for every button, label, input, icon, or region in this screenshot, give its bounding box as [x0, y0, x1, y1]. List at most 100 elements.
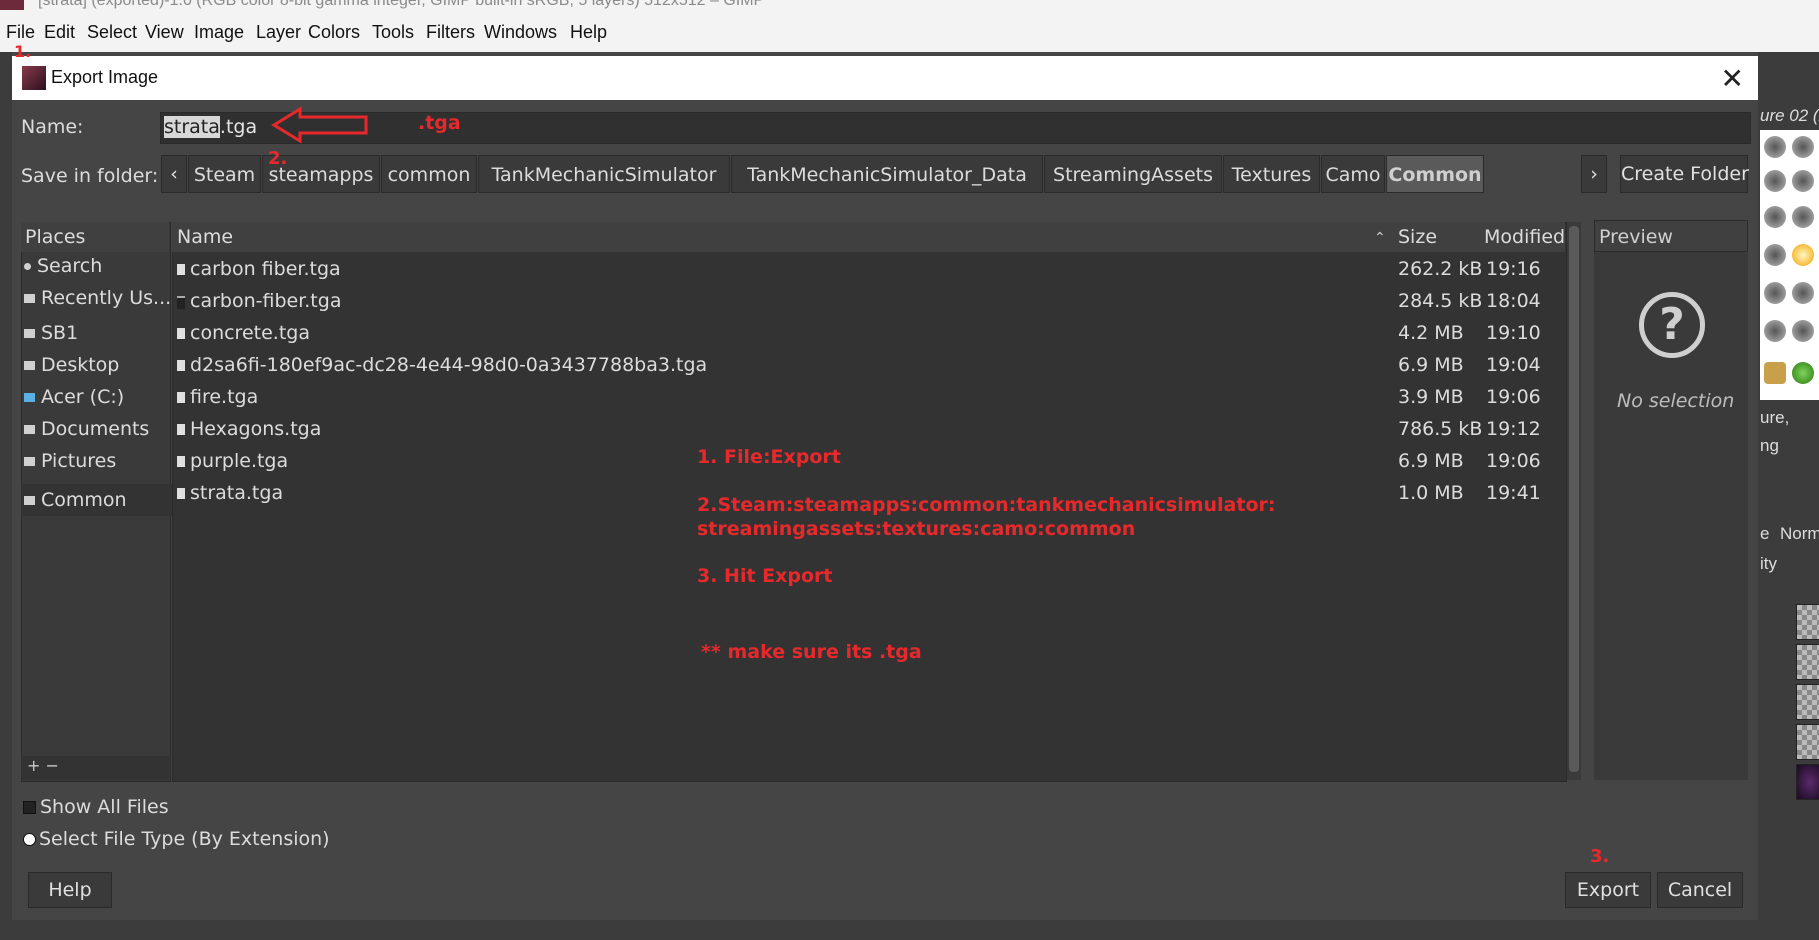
folder-icon: [24, 457, 35, 466]
cancel-button[interactable]: Cancel: [1657, 872, 1743, 908]
path-scroll-right-button[interactable]: ›: [1581, 155, 1607, 193]
layer-thumbnail[interactable]: [1796, 724, 1819, 760]
brush-thumb[interactable]: [1764, 206, 1786, 228]
file-icon: [177, 360, 185, 371]
menu-view[interactable]: View: [145, 22, 184, 43]
path-scroll-left-button[interactable]: ‹: [161, 155, 187, 193]
column-modified[interactable]: Modified: [1484, 226, 1565, 248]
close-icon[interactable]: ✕: [1721, 62, 1744, 95]
window-title-bar: [strata] (exported)-1.0 (RGB color 8-bit…: [0, 0, 1819, 14]
name-label: Name:: [21, 116, 84, 138]
add-remove-bookmark-buttons[interactable]: + −: [27, 756, 59, 775]
menu-help[interactable]: Help: [570, 22, 607, 43]
sort-ascending-icon: ⌃: [1374, 230, 1386, 246]
filename-extension-text: .tga: [219, 116, 258, 138]
brush-thumb[interactable]: [1792, 136, 1814, 158]
breadcrumb-tankmechanicsimulator-data[interactable]: TankMechanicSimulator_Data: [731, 155, 1043, 193]
folder-icon: [24, 361, 35, 370]
search-icon: [24, 263, 31, 270]
scrollbar-thumb[interactable]: [1569, 226, 1579, 772]
recent-icon: [24, 294, 35, 303]
layer-thumbnail[interactable]: [1796, 684, 1819, 720]
layers-mode-value: Norm: [1780, 524, 1819, 543]
place-search[interactable]: Search: [24, 255, 169, 285]
file-row[interactable]: Hexagons.tga 786.5 kB 19:12: [172, 414, 1562, 446]
file-row[interactable]: purple.tga 6.9 MB 19:06: [172, 446, 1562, 478]
breadcrumb-common-current[interactable]: Common: [1386, 155, 1484, 193]
file-row[interactable]: concrete.tga 4.2 MB 19:10: [172, 318, 1562, 350]
select-file-type-label[interactable]: Select File Type (By Extension): [39, 828, 330, 850]
breadcrumb-tankmechanicsimulator[interactable]: TankMechanicSimulator: [478, 155, 730, 193]
menu-image[interactable]: Image: [194, 22, 244, 43]
brush-thumb[interactable]: [1792, 206, 1814, 228]
folder-icon: [24, 425, 35, 434]
place-common[interactable]: Common: [21, 484, 172, 516]
menu-file[interactable]: File: [6, 22, 35, 43]
brush-thumb[interactable]: [1764, 282, 1786, 304]
menu-colors[interactable]: Colors: [308, 22, 360, 43]
breadcrumb-camo[interactable]: Camo: [1321, 155, 1385, 193]
places-header-label: Places: [25, 226, 86, 248]
menubar: File Edit Select View Image Layer Colors…: [0, 14, 1819, 52]
pepper-brush-thumb[interactable]: [1792, 362, 1814, 384]
brush-thumb[interactable]: [1792, 170, 1814, 192]
menu-select[interactable]: Select: [87, 22, 137, 43]
breadcrumb-common[interactable]: common: [381, 155, 477, 193]
gimp-app-icon: [0, 0, 24, 10]
show-all-files-label[interactable]: Show All Files: [40, 796, 169, 818]
file-row[interactable]: d2sa6fi-180ef9ac-dc28-4e44-98d0-0a343778…: [172, 350, 1562, 382]
column-size[interactable]: Size: [1398, 226, 1437, 248]
place-recently-used[interactable]: Recently Us...: [24, 287, 171, 317]
place-documents[interactable]: Documents: [24, 418, 169, 448]
help-button[interactable]: Help: [28, 872, 112, 908]
annotation-step-3: 3. Hit Export: [697, 565, 833, 587]
save-in-folder-label: Save in folder:: [21, 165, 159, 187]
menu-layer[interactable]: Layer: [256, 22, 301, 43]
file-row[interactable]: carbon fiber.tga 262.2 kB 19:16: [172, 254, 1562, 286]
breadcrumb-textures[interactable]: Textures: [1223, 155, 1320, 193]
annotation-arrow-icon: [271, 106, 368, 144]
brush-thumb[interactable]: [1764, 170, 1786, 192]
annotation-step-2-line1: 2.Steam:steamapps:common:tankmechanicsim…: [697, 494, 1276, 516]
layer-thumbnail[interactable]: [1796, 604, 1819, 640]
dialog-app-icon: [22, 66, 46, 90]
show-all-files-checkbox[interactable]: [23, 801, 36, 814]
menu-filters[interactable]: Filters: [426, 22, 475, 43]
gimp-brush-thumb[interactable]: [1764, 362, 1786, 384]
breadcrumb-steam[interactable]: Steam: [188, 155, 261, 193]
file-icon: [177, 328, 185, 339]
layer-thumbnail[interactable]: [1796, 644, 1819, 680]
place-desktop[interactable]: Desktop: [24, 354, 169, 384]
select-file-type-expander[interactable]: [23, 833, 36, 846]
preview-header-label: Preview: [1599, 226, 1673, 248]
brush-thumb[interactable]: [1792, 320, 1814, 342]
brushes-grid[interactable]: [1760, 130, 1819, 400]
place-acer-c[interactable]: Acer (C:): [24, 386, 169, 416]
menu-edit[interactable]: Edit: [44, 22, 75, 43]
file-row[interactable]: carbon-fiber.tga 284.5 kB 18:04: [172, 286, 1562, 318]
export-button[interactable]: Export: [1565, 872, 1651, 908]
folder-icon: [24, 329, 35, 338]
opacity-label: ity: [1760, 554, 1777, 573]
brush-thumb[interactable]: [1764, 320, 1786, 342]
file-list-scrollbar[interactable]: [1567, 222, 1581, 780]
place-sb1[interactable]: SB1: [24, 322, 169, 352]
filename-input[interactable]: strata.tga: [160, 112, 1751, 144]
create-folder-button[interactable]: Create Folder: [1620, 155, 1749, 193]
folder-icon: [24, 496, 35, 505]
bottom-status-strip: [0, 920, 1819, 940]
place-pictures[interactable]: Pictures: [24, 450, 169, 480]
no-selection-text: No selection: [1617, 390, 1735, 412]
column-name[interactable]: Name: [177, 226, 233, 248]
brush-thumb[interactable]: [1764, 244, 1786, 266]
menu-windows[interactable]: Windows: [484, 22, 557, 43]
file-row[interactable]: fire.tga 3.9 MB 19:06: [172, 382, 1562, 414]
brush-thumb[interactable]: [1764, 136, 1786, 158]
menu-tools[interactable]: Tools: [372, 22, 414, 43]
dialog-title: Export Image: [51, 67, 159, 87]
brush-thumb[interactable]: [1792, 244, 1814, 266]
breadcrumb-streamingassets[interactable]: StreamingAssets: [1044, 155, 1222, 193]
brush-thumb[interactable]: [1792, 282, 1814, 304]
layer-thumbnail[interactable]: [1796, 764, 1819, 800]
file-list-header: [172, 222, 1565, 252]
